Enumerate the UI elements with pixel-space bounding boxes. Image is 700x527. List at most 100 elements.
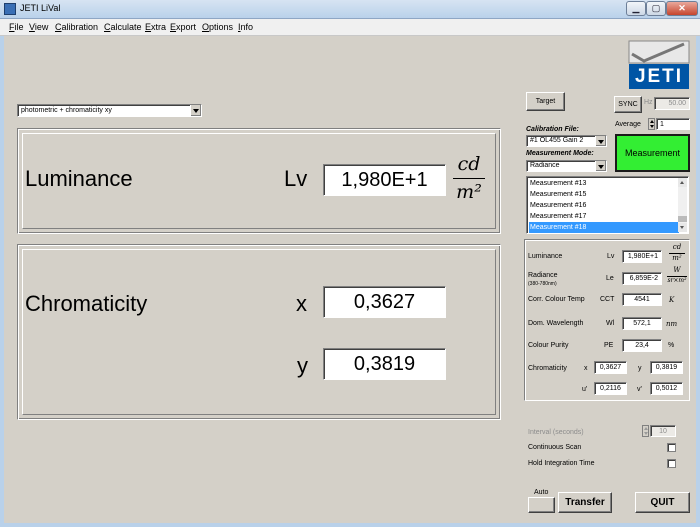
result-radiance-value: 6,859E-2 (622, 272, 662, 285)
continuous-scan-checkbox[interactable] (667, 443, 676, 452)
measurement-mode-select[interactable]: Radiance (526, 160, 607, 172)
chromaticity-x-symbol: x (296, 291, 307, 316)
result-wavelength-unit: nm (666, 320, 678, 328)
luminance-unit-den: m² (456, 181, 482, 203)
chromaticity-y-symbol: y (297, 353, 308, 378)
menu-calculate[interactable]: Calculate (104, 22, 142, 32)
result-x-value: 0,3627 (594, 361, 627, 374)
result-v-value: 0,5012 (650, 382, 683, 395)
measurement-list[interactable]: Measurement #13 Measurement #15 Measurem… (526, 176, 689, 234)
close-button[interactable]: ✕ (666, 1, 698, 16)
result-cct-unit: K (669, 296, 675, 304)
scroll-down-icon[interactable] (678, 223, 687, 232)
result-luminance-symbol: Lv (607, 253, 615, 260)
result-radiance-symbol: Le (606, 275, 614, 282)
unit-den: sr×m² (667, 277, 687, 284)
chevron-down-icon[interactable] (190, 105, 201, 116)
chevron-down-icon[interactable] (595, 161, 606, 171)
hz-label: Hz (644, 99, 653, 106)
result-v-symbol: v' (637, 386, 642, 393)
menu-extra[interactable]: Extra (145, 22, 166, 32)
interval-spinner[interactable] (642, 425, 649, 437)
chromaticity-panel (17, 244, 501, 420)
result-wavelength-symbol: Wl (606, 320, 615, 327)
luminance-value: 1,980E+1 (323, 164, 446, 196)
luminance-label: Luminance (25, 166, 133, 191)
result-radiance-label: Radiance (528, 272, 558, 279)
scroll-thumb[interactable] (678, 216, 687, 222)
window-title: JETI LiVal (20, 3, 61, 13)
auto-toggle-button[interactable] (528, 497, 555, 513)
chromaticity-panel-inner (22, 249, 496, 415)
fraction-line (453, 178, 485, 179)
average-field[interactable]: 1 (656, 118, 690, 130)
calibration-file-label: Calibration File: (526, 126, 579, 133)
luminance-unit: cd m² (451, 152, 487, 206)
hold-integration-label: Hold Integration Time (528, 460, 595, 467)
average-label: Average (615, 121, 641, 128)
chromaticity-y-value: 0,3819 (323, 348, 446, 380)
result-luminance-unit: cd m² (666, 243, 688, 267)
menu-calibration[interactable]: Calibration (55, 22, 98, 32)
result-x-symbol: x (584, 365, 588, 372)
menu-bar: File View Calibration Calculate Extra Ex… (0, 19, 700, 36)
result-u-value: 0,2116 (594, 382, 627, 395)
interval-label: Interval (seconds) (528, 429, 584, 436)
unit-num: cd (672, 243, 682, 251)
unit-den: m² (672, 254, 682, 262)
result-wavelength-label: Dom. Wavelength (528, 320, 584, 327)
maximize-button[interactable]: ▢ (646, 1, 666, 16)
list-item-selected[interactable]: Measurement #18 (529, 222, 679, 233)
window-frame-left (0, 36, 4, 527)
hz-field: 50.00 (654, 97, 690, 110)
result-chromaticity-label: Chromaticity (528, 365, 567, 372)
auto-label: Auto (534, 489, 549, 496)
measurement-mode-value: Radiance (530, 162, 560, 169)
result-luminance-label: Luminance (528, 253, 563, 260)
list-item[interactable]: Measurement #17 (529, 211, 679, 222)
result-cct-symbol: CCT (600, 296, 615, 303)
unit-num: W (673, 266, 681, 274)
menu-info[interactable]: Info (238, 22, 253, 32)
chevron-down-icon[interactable] (595, 136, 606, 146)
result-wavelength-value: 572,1 (622, 317, 662, 330)
result-cct-label: Corr. Colour Temp (528, 296, 585, 303)
result-purity-symbol: PE (604, 342, 614, 349)
menu-export[interactable]: Export (170, 22, 196, 32)
minimize-button[interactable]: ▁ (626, 1, 646, 16)
target-button[interactable]: Target (526, 92, 565, 111)
chromaticity-label: Chromaticity (25, 291, 148, 316)
calibration-file-value: #1 OL455 Gain 2 (530, 137, 584, 144)
list-scrollbar[interactable] (678, 178, 687, 232)
list-item[interactable]: Measurement #13 (529, 178, 679, 189)
result-y-symbol: y (638, 365, 642, 372)
scroll-up-icon[interactable] (678, 178, 687, 187)
result-luminance-value: 1,980E+1 (622, 250, 662, 263)
result-purity-unit: % (668, 342, 675, 349)
quit-button[interactable]: QUIT (635, 492, 690, 513)
app-icon (4, 3, 16, 15)
result-u-symbol: u' (582, 386, 588, 393)
menu-options[interactable]: Options (202, 22, 233, 32)
chromaticity-x-value: 0,3627 (323, 286, 446, 318)
measurement-mode-label: Measurement Mode: (526, 150, 594, 157)
list-item[interactable]: Measurement #15 (529, 189, 679, 200)
hold-integration-checkbox[interactable] (667, 459, 676, 468)
average-spinner[interactable] (648, 118, 655, 130)
result-radiance-sublabel: (380-780nm) (528, 281, 557, 287)
mode-select[interactable]: photometric + chromaticity xy (17, 104, 202, 117)
list-item[interactable]: Measurement #16 (529, 200, 679, 211)
measurement-button[interactable]: Measurement (615, 134, 690, 172)
sync-button[interactable]: SYNC (614, 96, 642, 113)
title-bar: JETI LiVal ▁ ▢ ✕ (0, 0, 700, 19)
result-purity-value: 23,4 (622, 339, 662, 352)
luminance-symbol: Lv (284, 166, 308, 191)
transfer-button[interactable]: Transfer (558, 492, 612, 513)
calibration-file-select[interactable]: #1 OL455 Gain 2 (526, 135, 607, 147)
logo-text: JETI (634, 66, 684, 87)
interval-field[interactable]: 10 (650, 425, 676, 437)
continuous-scan-label: Continuous Scan (528, 444, 582, 451)
luminance-unit-num: cd (457, 153, 481, 175)
menu-file[interactable]: File (9, 22, 24, 32)
menu-view[interactable]: View (29, 22, 48, 32)
